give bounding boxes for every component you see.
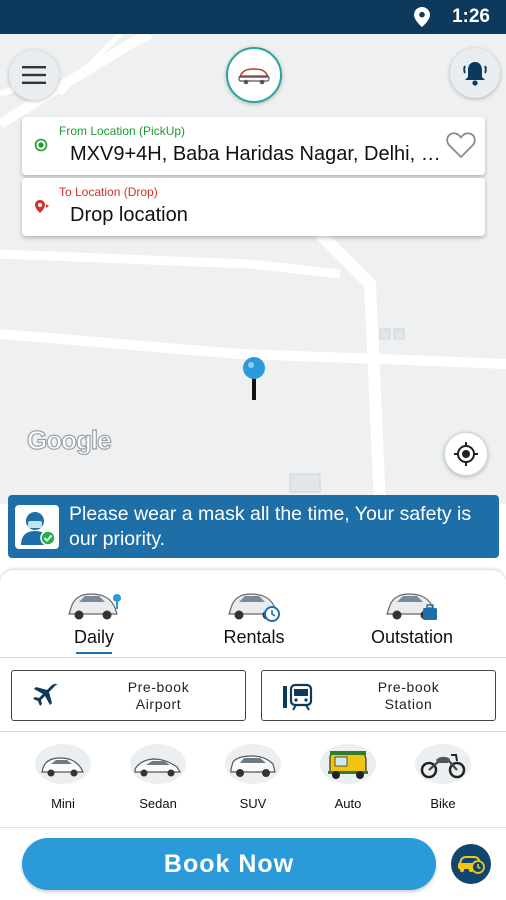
outstation-car-icon — [386, 593, 437, 620]
vehicle-auto-label: Auto — [334, 796, 362, 811]
vehicle-sedan-label: Sedan — [139, 796, 177, 811]
mask-person-icon — [15, 504, 59, 549]
train-station-icon — [283, 683, 313, 711]
airplane-icon — [33, 683, 58, 706]
auto-rickshaw-icon — [328, 751, 368, 779]
prebook-airport-line1: Pre-book — [127, 679, 190, 695]
tab-daily[interactable]: Daily — [10, 570, 178, 658]
tab-outstation[interactable]: Outstation — [328, 570, 496, 658]
taxi-clock-icon — [458, 856, 485, 874]
map-center-pin-icon — [241, 356, 267, 407]
sedan-car-icon — [134, 758, 182, 777]
ride-history-button[interactable] — [451, 844, 491, 884]
book-now-button[interactable]: Book Now — [22, 838, 436, 890]
prebook-station-line1: Pre-book — [377, 679, 440, 695]
crosshair-location-icon — [454, 442, 478, 466]
tab-daily-label: Daily — [73, 627, 114, 647]
prebook-airport-line2: Airport — [135, 696, 182, 712]
pickup-dot-icon — [34, 138, 48, 152]
pickup-label: From Location (PickUp) — [59, 124, 186, 138]
divider — [0, 731, 506, 732]
drop-location-input[interactable]: Drop location — [70, 204, 450, 227]
vehicle-suv[interactable]: SUV — [223, 744, 283, 811]
vehicle-mini-label: Mini — [51, 796, 75, 811]
safety-banner: Please wear a mask all the time, Your sa… — [8, 495, 499, 558]
app-logo-icon — [238, 68, 270, 85]
pickup-location-card[interactable]: From Location (PickUp) MXV9+4H, Baba Har… — [22, 117, 485, 175]
location-pin-icon — [413, 7, 430, 27]
tab-rentals-label: Rentals — [223, 627, 285, 647]
vehicle-auto[interactable]: Auto — [318, 744, 378, 811]
hamburger-menu-icon — [22, 66, 46, 84]
status-time: 1:26 — [451, 6, 490, 27]
favorite-heart-icon[interactable] — [446, 131, 476, 159]
app-logo — [226, 47, 282, 103]
menu-button[interactable] — [9, 50, 59, 100]
rentals-car-icon — [228, 593, 280, 622]
vehicle-mini[interactable]: Mini — [33, 744, 93, 811]
suv-car-icon — [230, 755, 276, 777]
vehicle-bike-label: Bike — [430, 796, 456, 811]
drop-location-card[interactable]: To Location (Drop) Drop location — [22, 178, 485, 236]
booking-sheet: Daily Rentals Outstation Pre-book Airpor… — [0, 570, 506, 900]
divider — [0, 827, 506, 828]
ride-type-tabs: Daily Rentals Outstation — [0, 570, 506, 658]
status-bar: 1:26 — [0, 0, 506, 34]
mini-car-icon — [41, 757, 84, 777]
map-view[interactable]: Google — [0, 34, 506, 504]
drop-pin-icon — [35, 200, 49, 213]
my-location-button[interactable] — [444, 432, 488, 476]
vehicle-suv-label: SUV — [239, 796, 267, 811]
prebook-airport-button[interactable]: Pre-book Airport — [11, 670, 246, 721]
drop-label: To Location (Drop) — [59, 185, 158, 199]
google-attribution: Google — [26, 424, 112, 455]
motorbike-icon — [420, 754, 466, 779]
bell-icon — [463, 62, 487, 86]
vehicle-sedan[interactable]: Sedan — [128, 744, 188, 811]
active-tab-indicator — [76, 652, 112, 654]
tab-rentals[interactable]: Rentals — [170, 570, 338, 658]
prebook-station-button[interactable]: Pre-book Station — [261, 670, 496, 721]
daily-car-icon — [68, 593, 121, 620]
vehicle-bike[interactable]: Bike — [413, 744, 473, 811]
pickup-location-input[interactable]: MXV9+4H, Baba Haridas Nagar, Delhi, 1100… — [70, 143, 450, 166]
tab-outstation-label: Outstation — [370, 627, 454, 647]
safety-banner-text: Please wear a mask all the time, Your sa… — [69, 502, 472, 550]
notification-button[interactable] — [450, 48, 500, 98]
prebook-station-line2: Station — [384, 696, 433, 712]
